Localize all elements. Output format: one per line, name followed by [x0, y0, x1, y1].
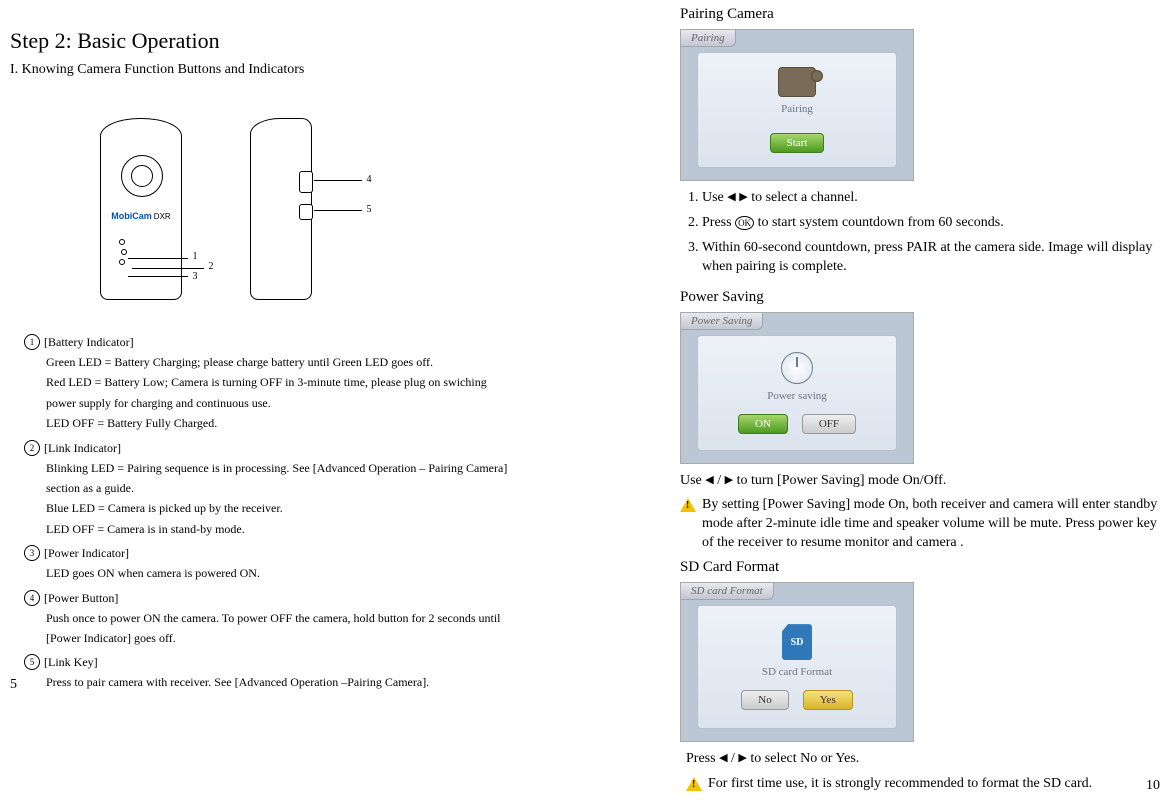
power-saving-warning: By setting [Power Saving] mode On, both … [680, 496, 1170, 553]
side-power-button [299, 171, 313, 193]
indicator-list: 1[Battery Indicator] Green LED = Battery… [24, 334, 570, 693]
callout-1: 1 [188, 251, 202, 262]
indicator-item: 1[Battery Indicator] Green LED = Battery… [24, 334, 570, 434]
sd-text: Press ◀ / ▶ to select No or Yes. [686, 750, 1170, 769]
callout-2: 2 [204, 261, 218, 272]
start-button[interactable]: Start [770, 133, 825, 153]
off-button[interactable]: OFF [802, 414, 856, 434]
callout-5: 5 [362, 204, 376, 215]
indicator-item: 4[Power Button] Push once to power ON th… [24, 590, 570, 649]
ok-icon: OK [735, 216, 754, 230]
power-saving-label: Power saving [767, 390, 827, 402]
page-number-left: 5 [10, 677, 17, 693]
warning-icon [680, 498, 696, 512]
section-title: I. Knowing Camera Function Buttons and I… [10, 62, 570, 78]
right-page: Pairing Camera Pairing Pairing Start Use… [680, 0, 1170, 800]
front-led-group [119, 235, 143, 269]
power-saving-title: Power Saving [680, 289, 1170, 306]
on-button[interactable]: ON [738, 414, 788, 434]
callout-4: 4 [362, 174, 376, 185]
camera-diagram: MobiCamDXR 1 2 3 4 5 [10, 98, 570, 328]
indicator-item: 5[Link Key] Press to pair camera with re… [24, 654, 570, 692]
sd-tab: SD card Format [681, 583, 774, 600]
side-link-button [299, 204, 313, 220]
power-saving-screen: Power Saving Power saving ON OFF [680, 312, 914, 464]
sd-card-icon: SD [782, 624, 812, 660]
pairing-icon-label: Pairing [781, 103, 813, 115]
camera-icon [778, 67, 816, 97]
right-arrow-icon: ▶ [725, 473, 733, 488]
yes-button[interactable]: Yes [803, 690, 853, 710]
power-saving-tab: Power Saving [681, 313, 763, 330]
no-button[interactable]: No [741, 690, 788, 710]
camera-logo: MobiCamDXR [101, 211, 181, 221]
indicator-item: 3[Power Indicator] LED goes ON when came… [24, 545, 570, 583]
sd-warning: For first time use, it is strongly recom… [686, 775, 1170, 794]
left-arrow-icon: ◀ [705, 473, 713, 488]
pairing-steps: Use ◀ ▶ to select a channel. Press OK to… [680, 189, 1170, 277]
left-arrow-icon: ◀ [719, 751, 727, 766]
sd-screen: SD card Format SD SD card Format No Yes [680, 582, 914, 742]
warning-icon [686, 777, 702, 791]
left-page: Step 2: Basic Operation I. Knowing Camer… [10, 0, 570, 699]
pairing-tab: Pairing [681, 30, 736, 47]
pairing-screen: Pairing Pairing Start [680, 29, 914, 181]
power-saving-text: Use ◀ / ▶ to turn [Power Saving] mode On… [680, 472, 1170, 491]
power-icon [781, 352, 813, 384]
indicator-item: 2[Link Indicator] Blinking LED = Pairing… [24, 440, 570, 540]
callout-3: 3 [188, 271, 202, 282]
page-number-right: 10 [1146, 778, 1160, 794]
sd-title: SD Card Format [680, 559, 1170, 576]
heading: Step 2: Basic Operation [10, 28, 570, 54]
pairing-title: Pairing Camera [680, 6, 1170, 23]
camera-side-view [250, 118, 312, 300]
left-arrow-icon: ◀ [727, 190, 735, 205]
sd-icon-label: SD card Format [762, 666, 832, 678]
right-arrow-icon: ▶ [738, 751, 746, 766]
camera-front-view: MobiCamDXR [100, 118, 182, 300]
right-arrow-icon: ▶ [739, 190, 747, 205]
